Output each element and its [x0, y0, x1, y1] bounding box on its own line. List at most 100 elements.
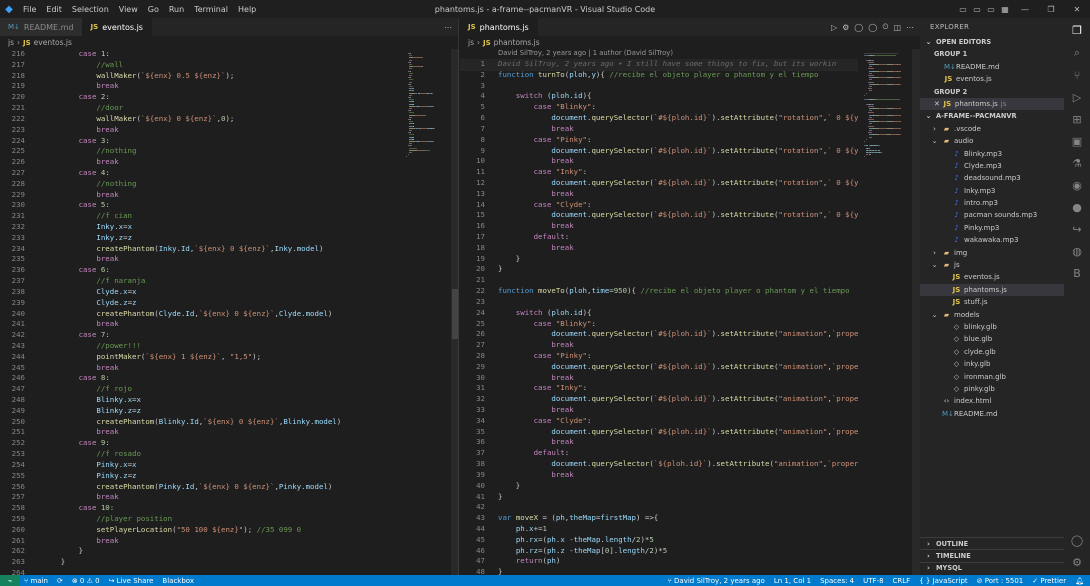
- code-line[interactable]: 14 case "Clyde":: [460, 200, 858, 211]
- menu-item-help[interactable]: Help: [233, 5, 261, 14]
- extensions-icon[interactable]: ⊞: [1067, 113, 1087, 126]
- minimize-button[interactable]: —: [1012, 5, 1038, 14]
- code-line[interactable]: 264: [0, 568, 400, 575]
- code-line[interactable]: 33 break: [460, 405, 858, 416]
- code-line[interactable]: 229 break: [0, 190, 400, 201]
- code-line[interactable]: 219 break: [0, 81, 400, 92]
- file-item[interactable]: ♪ pacman sounds.mp3: [920, 209, 1064, 221]
- file-item[interactable]: ◇ pinky.glb: [920, 383, 1064, 395]
- code-line[interactable]: 244 pointMaker(`${enx} 1 ${enz}`, "1,5")…: [0, 352, 400, 363]
- left-scrollbar[interactable]: [451, 49, 459, 575]
- code-line[interactable]: 259 //player position: [0, 514, 400, 525]
- menu-item-go[interactable]: Go: [143, 5, 164, 14]
- notifications-icon[interactable]: 🔔︎: [1075, 577, 1084, 585]
- prettier-item[interactable]: ✓ Prettier: [1032, 577, 1066, 585]
- breadcrumb-item[interactable]: eventos.js: [34, 38, 72, 47]
- code-line[interactable]: 261 break: [0, 536, 400, 547]
- file-item[interactable]: M↓ README.md: [920, 408, 1064, 420]
- folder-item[interactable]: ⌄ ▰ js: [920, 259, 1064, 271]
- code-line[interactable]: 237 //f naranja: [0, 276, 400, 287]
- file-item[interactable]: JS eventos.js: [920, 271, 1064, 283]
- open-editor-item[interactable]: JS eventos.js: [920, 73, 1064, 85]
- layout-customize-icon[interactable]: ▦: [998, 5, 1012, 14]
- group2-header[interactable]: GROUP 2: [920, 86, 1064, 98]
- file-item[interactable]: ♪ Clyde.mp3: [920, 160, 1064, 172]
- branch-item[interactable]: ⑂ main: [24, 577, 48, 585]
- code-line[interactable]: 28 case "Pinky":: [460, 351, 858, 362]
- code-line[interactable]: 249 Blinky.z=z: [0, 406, 400, 417]
- maximize-button[interactable]: ❐: [1038, 5, 1064, 14]
- code-line[interactable]: 252 case 9:: [0, 438, 400, 449]
- language-mode[interactable]: { } JavaScript: [919, 577, 967, 585]
- code-line[interactable]: 46 ph.rz=(ph.z -theMap[0].length/2)*5: [460, 546, 858, 557]
- menu-item-view[interactable]: View: [114, 5, 143, 14]
- file-item[interactable]: JS phantoms.js: [920, 283, 1064, 297]
- code-line[interactable]: 232 Inky.x=x: [0, 222, 400, 233]
- code-line[interactable]: 253 //f rosado: [0, 449, 400, 460]
- docker-icon[interactable]: ◉: [1067, 179, 1087, 192]
- code-line[interactable]: 222 wallMaker(`${enx} 0 ${enz}`,0);: [0, 114, 400, 125]
- menu-item-file[interactable]: File: [18, 5, 41, 14]
- code-line[interactable]: 227 case 4:: [0, 168, 400, 179]
- code-line[interactable]: 25 case "Blinky":: [460, 319, 858, 330]
- open-editor-item[interactable]: M↓ README.md: [920, 61, 1064, 73]
- more-actions-icon[interactable]: ⋯: [906, 23, 914, 32]
- code-line[interactable]: 221 //door: [0, 103, 400, 114]
- code-line[interactable]: 216 case 1:: [0, 49, 400, 60]
- code-line[interactable]: 239 Clyde.z=z: [0, 298, 400, 309]
- code-line[interactable]: 30 break: [460, 373, 858, 384]
- code-line[interactable]: 240 createPhantom(Clyde.Id,`${enx} 0 ${e…: [0, 309, 400, 320]
- code-line[interactable]: 260 setPlayerLocation("50 100 ${enz}"); …: [0, 525, 400, 536]
- code-line[interactable]: 245 break: [0, 363, 400, 374]
- code-line[interactable]: 21: [460, 275, 858, 286]
- git-blame-item[interactable]: ⑂ David SilTroy, 2 years ago: [668, 577, 765, 585]
- code-line[interactable]: 10 break: [460, 156, 858, 167]
- breadcrumb-item[interactable]: phantoms.js: [494, 38, 540, 47]
- code-line[interactable]: 45 ph.rx=(ph.x -theMap.length/2)*5: [460, 535, 858, 546]
- menu-item-terminal[interactable]: Terminal: [189, 5, 233, 14]
- code-line[interactable]: 241 break: [0, 319, 400, 330]
- file-item[interactable]: ◇ inky.glb: [920, 358, 1064, 370]
- indentation[interactable]: Spaces: 4: [820, 577, 854, 585]
- code-line[interactable]: 17 default:: [460, 232, 858, 243]
- code-line[interactable]: 32 document.querySelector(`#${ploh.id}`)…: [460, 394, 858, 405]
- outline-section[interactable]: › OUTLINE: [920, 537, 1064, 549]
- database-icon[interactable]: ◍: [1067, 245, 1087, 258]
- code-line[interactable]: 16 break: [460, 221, 858, 232]
- eol[interactable]: CRLF: [893, 577, 911, 585]
- code-line[interactable]: 262 }: [0, 546, 400, 557]
- code-line[interactable]: 225 //nothing: [0, 146, 400, 157]
- breadcrumb-item[interactable]: js: [468, 38, 474, 47]
- code-line[interactable]: 233 Inky.z=z: [0, 233, 400, 244]
- code-line[interactable]: 43 var moveX = (ph,theMap=firstMap) =>{: [460, 513, 858, 524]
- menu-item-run[interactable]: Run: [164, 5, 189, 14]
- file-item[interactable]: JS stuff.js: [920, 296, 1064, 308]
- code-line[interactable]: 47 return(ph): [460, 556, 858, 567]
- code-line[interactable]: 48}: [460, 567, 858, 575]
- code-line[interactable]: 36 break: [460, 437, 858, 448]
- right-scrollbar[interactable]: [912, 49, 920, 575]
- left-scroll-thumb[interactable]: [452, 289, 458, 339]
- code-line[interactable]: 20}: [460, 264, 858, 275]
- open-editor-item[interactable]: ✕ JS phantoms.js js: [920, 97, 1064, 111]
- code-line[interactable]: 5 case "Blinky":: [460, 102, 858, 113]
- code-line[interactable]: 236 case 6:: [0, 265, 400, 276]
- debug-icon[interactable]: ⚙: [842, 23, 849, 32]
- live-share-item[interactable]: ↪ Live Share: [109, 577, 154, 585]
- close-icon[interactable]: ✕: [934, 98, 940, 110]
- menu-item-selection[interactable]: Selection: [67, 5, 114, 14]
- code-line[interactable]: 9 document.querySelector(`#${ploh.id}`).…: [460, 146, 858, 157]
- timeline-icon[interactable]: ⏲: [882, 22, 888, 32]
- code-line[interactable]: 258 case 10:: [0, 503, 400, 514]
- github-icon[interactable]: ●: [1067, 201, 1087, 214]
- code-line[interactable]: 38 document.querySelector(`${ploh.id}`).…: [460, 459, 858, 470]
- code-line[interactable]: 238 Clyde.x=x: [0, 287, 400, 298]
- run-debug-icon[interactable]: ▷: [1067, 91, 1087, 104]
- code-line[interactable]: 4 switch (ploh.id){: [460, 91, 858, 102]
- code-line[interactable]: 247 //f rojo: [0, 384, 400, 395]
- folder-item[interactable]: ⌄ ▰ audio: [920, 135, 1064, 147]
- encoding[interactable]: UTF-8: [863, 577, 883, 585]
- code-line[interactable]: 11 case "Inky":: [460, 167, 858, 178]
- code-line[interactable]: 42: [460, 502, 858, 513]
- code-line[interactable]: 12 document.querySelector(`#${ploh.id}`)…: [460, 178, 858, 189]
